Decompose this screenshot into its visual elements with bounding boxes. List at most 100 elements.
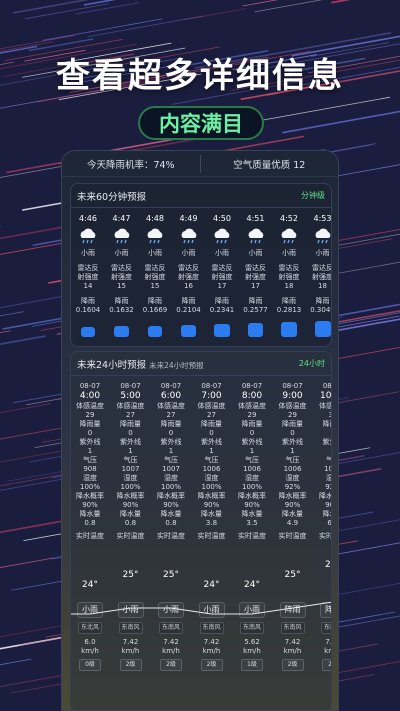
wind-speed-value: 7.42	[284, 638, 301, 646]
temperature-value: 25°	[284, 570, 301, 580]
pressure-value: 908	[83, 465, 97, 473]
uv-label: 紫外线	[120, 438, 141, 446]
radar-label: 射强度	[312, 273, 332, 281]
feels-like-value: 27	[207, 411, 216, 419]
radar-label: 射强度	[211, 273, 233, 281]
rainfall-label: 降雨	[315, 297, 330, 305]
hour-date: 08-07	[79, 382, 101, 390]
precip-amount-label: 降水量	[201, 510, 222, 518]
pressure-value: 1006	[243, 465, 261, 473]
wind-speed-value: 7.42	[325, 638, 332, 646]
rainfall-value: 0.3049	[310, 306, 331, 314]
precip-prob-label: 降水概率	[76, 492, 104, 500]
radar-label: 雷达反	[111, 264, 132, 272]
rain-amount-label: 降雨量	[282, 420, 303, 428]
rainfall-value: 0.2813	[276, 306, 302, 314]
rain-cloud-icon	[138, 227, 172, 245]
rain-amount-value: 0	[87, 429, 93, 437]
pressure-label: 气压	[164, 456, 178, 464]
rain-amount-label: 降雨量	[201, 420, 222, 428]
air-quality[interactable]: 空气质量优质 12	[201, 157, 339, 171]
wind-speed-unit: km/h	[283, 647, 302, 655]
rainfall-bar	[147, 325, 163, 337]
rain-cloud-icon	[306, 227, 332, 245]
pressure-label: 气压	[285, 456, 300, 464]
rainfall-bar	[80, 326, 96, 337]
hour-time: 10:00	[320, 391, 332, 401]
rainfall-label: 降雨	[282, 297, 296, 305]
rainfall-bar	[314, 321, 331, 337]
temperature-value: 26°	[325, 560, 331, 570]
hourly-forecast-title: 未来24小时预报	[77, 359, 147, 371]
rain-amount-value: 0	[209, 429, 214, 437]
precip-prob-value: 90%	[82, 501, 98, 509]
hour-time: 7:00	[201, 391, 222, 401]
realtime-temp-label: 实时温度	[157, 532, 185, 540]
minute-column: 4:46 小雨 雷达反 射强度 14 降雨 0.1604	[71, 214, 105, 337]
rain-amount-value: 0	[314, 429, 332, 438]
wind-level-tag: 2级	[160, 659, 182, 671]
hour-date: 08-07	[120, 382, 141, 390]
summary-bar: 今天降雨机率：74% 空气质量优质 12	[62, 151, 338, 177]
temperature-value: 25°	[163, 570, 179, 580]
radar-label: 射强度	[77, 273, 99, 281]
wind-speed-unit: km/h	[162, 647, 180, 655]
rainfall-value: 0.1604	[75, 306, 101, 314]
rainfall-value: 0.1669	[142, 306, 168, 314]
humidity-value: 100%	[241, 483, 262, 491]
humidity-label: 湿度	[164, 474, 178, 482]
wind-level-tag: 2级	[322, 659, 331, 671]
temperature-value: 25°	[122, 570, 139, 580]
minute-condition: 小雨	[215, 249, 229, 257]
feels-like-label: 体感温度	[238, 402, 266, 410]
hero-title: 查看超多详细信息	[56, 56, 344, 96]
minute-forecast-card: 未来60分钟预报 分钟级 4:46 小雨 雷达反 射强度 14 降雨 0.1604 4:47 小…	[70, 183, 332, 347]
wind-level-tag: 1级	[241, 659, 263, 671]
pressure-value: 1006	[202, 465, 221, 473]
hour-time: 4:00	[79, 391, 101, 401]
pressure-value: 1007	[121, 465, 140, 473]
realtime-temp-label: 实时温度	[76, 532, 104, 540]
rainfall-bar	[214, 323, 230, 337]
radar-label: 射强度	[144, 273, 166, 281]
feels-like-label: 体感温度	[116, 402, 145, 410]
precip-amount-label: 降水量	[322, 510, 332, 518]
hour-date: 08-07	[241, 382, 263, 390]
pressure-label: 气压	[245, 456, 259, 464]
radar-value: 18	[318, 282, 327, 290]
radar-label: 雷达反	[144, 264, 166, 272]
feels-like-label: 体感温度	[76, 402, 104, 410]
precip-amount-value: 0.8	[165, 519, 177, 527]
rainfall-value: 0.2341	[209, 306, 235, 314]
hourly-tag[interactable]: 24小时	[299, 358, 325, 369]
pressure-label: 气压	[123, 456, 138, 464]
minute-column: 4:50 小雨 雷达反 射强度 17 降雨 0.2341	[205, 214, 239, 337]
minute-level-tag[interactable]: 分钟级	[301, 190, 325, 201]
feels-like-label: 体感温度	[157, 402, 185, 410]
rainfall-value: 0.2104	[176, 306, 201, 314]
precip-prob-value: 90%	[284, 501, 301, 509]
feels-like-value: 27	[166, 411, 176, 419]
minute-time: 4:50	[213, 214, 231, 223]
rain-amount-value: 0	[168, 429, 174, 437]
humidity-label: 湿度	[245, 474, 259, 482]
precip-prob-value: 90%	[325, 501, 331, 509]
temperature-value: 24°	[82, 580, 98, 590]
hour-date: 08-07	[201, 382, 222, 390]
humidity-label: 湿度	[285, 474, 300, 482]
humidity-value: 100%	[160, 483, 181, 491]
humidity-value: 92%	[284, 483, 301, 491]
humidity-label: 湿度	[314, 474, 331, 483]
uv-label: 紫外线	[160, 438, 182, 446]
rainfall-value: 0.1632	[109, 306, 134, 314]
wind-speed-value: 5.62	[244, 638, 260, 646]
humidity-value: 100%	[79, 483, 100, 491]
hour-time: 5:00	[120, 391, 141, 401]
uv-value: 1	[314, 447, 332, 456]
radar-label: 射强度	[111, 273, 132, 281]
rain-cloud-icon	[71, 227, 105, 245]
rain-amount-value: 0	[290, 429, 295, 437]
minute-time: 4:52	[280, 214, 298, 223]
hero-badge: 内容满目	[138, 106, 264, 140]
rainfall-label: 降雨	[215, 297, 229, 305]
